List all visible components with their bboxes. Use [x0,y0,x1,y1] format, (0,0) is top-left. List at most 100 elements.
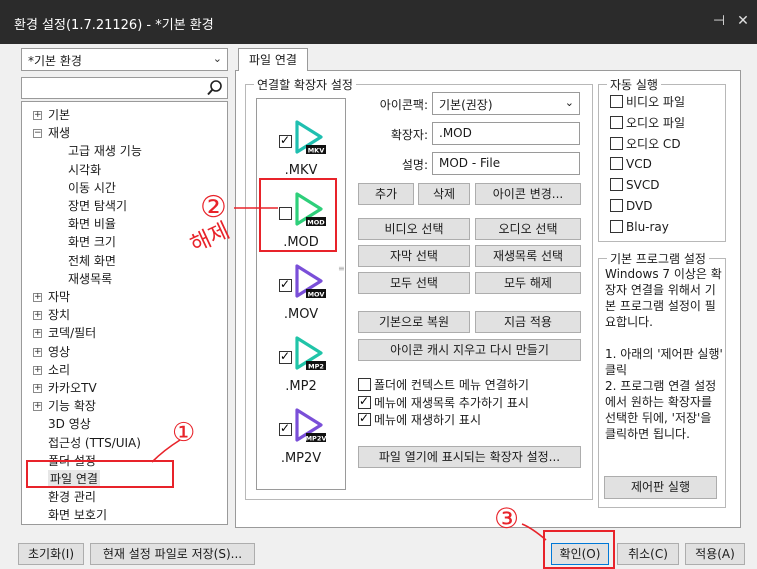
extension-list[interactable]: MKV.MKVMOD.MODMOV.MOVMP2.MP2MP2V.MP2V [256,98,346,490]
tree-item[interactable]: 전체 화면 [68,252,116,270]
expand-icon[interactable]: + [33,365,42,375]
extension-item[interactable]: MKV .MKV [257,107,345,181]
change-icon-button[interactable]: 아이콘 변경... [475,183,581,205]
deselect-all-button[interactable]: 모두 해제 [475,272,581,294]
tree-item[interactable]: 카카오TV [48,379,97,397]
autoplay-option[interactable]: Blu-ray [610,219,669,236]
window-title: 환경 설정(1.7.21126) - *기본 환경 [14,18,214,33]
autoplay-label: 오디오 CD [626,136,681,151]
tree-item[interactable]: 접근성 (TTS/UIA) [48,434,141,452]
extension-badge: MP2V [306,435,327,443]
extension-label: .MKV [284,163,318,178]
tree-item[interactable]: 영상 [48,343,70,361]
expand-icon[interactable]: + [33,384,42,393]
extension-checkbox[interactable] [279,277,292,292]
autoplay-option[interactable]: 비디오 파일 [610,95,685,111]
autoplay-option[interactable]: SVCD [610,178,659,194]
tree-item[interactable]: 3D 영상 [48,415,91,433]
clear-icon-cache-button[interactable]: 아이콘 캐시 지우고 다시 만들기 [358,339,581,361]
play-icon: MKV [295,120,326,155]
apply-now-button[interactable]: 지금 적용 [475,311,581,333]
default-program-legend: 기본 프로그램 설정 [610,252,706,266]
context-option-checkbox[interactable] [358,411,371,426]
preset-dropdown[interactable]: *기본 환경 ⌄ [21,48,228,71]
reset-button[interactable]: 초기화(I) [18,543,84,565]
control-panel-button[interactable]: 제어판 실행 [604,476,717,499]
tree-item[interactable]: 기능 확장 [48,397,96,415]
ext-field[interactable]: .MOD [432,122,580,145]
tree-item[interactable]: 재생목록 [68,270,112,288]
extension-label: .MP2V [280,451,322,466]
tree-item[interactable]: 고급 재생 기능 [68,142,142,160]
autoplay-option[interactable]: 오디오 파일 [610,115,685,132]
select-video-button[interactable]: 비디오 선택 [358,218,470,240]
tree-item[interactable]: 장면 탐색기 [68,197,127,215]
select-audio-button[interactable]: 오디오 선택 [475,218,581,240]
pin-icon[interactable]: ⊣ [708,10,730,32]
collapse-icon[interactable]: − [33,129,42,139]
apply-button[interactable]: 적용(A) [685,543,745,565]
cancel-button[interactable]: 취소(C) [617,543,679,565]
autoplay-option[interactable]: VCD [610,157,652,173]
context-option-checkbox[interactable] [358,394,371,409]
expand-icon[interactable]: + [33,311,42,321]
tab-file-association[interactable]: 파일 연결 [238,48,308,71]
tree-item[interactable]: 소리 [48,361,70,379]
extension-item[interactable]: MP2 .MP2 [257,323,345,397]
scrollbar-grip[interactable]: ≡ [338,264,345,273]
extension-badge: MOV [308,291,325,299]
tree-item[interactable]: 화면 보호기 [48,506,107,524]
autoplay-checkbox[interactable] [610,95,623,108]
select-all-button[interactable]: 모두 선택 [358,272,470,294]
extension-checkbox[interactable] [279,349,292,364]
tree-item[interactable]: 자막 [48,288,70,306]
context-option[interactable]: 메뉴에 재생목록 추가하기 표시 [358,394,529,412]
tree-item[interactable]: 화면 크기 [68,233,116,251]
select-subtitle-button[interactable]: 자막 선택 [358,245,470,267]
restore-default-button[interactable]: 기본으로 복원 [358,311,470,333]
autoplay-checkbox[interactable] [610,178,623,192]
annotation-step-3: ③ [494,502,520,535]
autoplay-checkbox[interactable] [610,219,623,233]
autoplay-checkbox[interactable] [610,199,623,212]
search-input[interactable] [21,77,228,99]
tree-item[interactable]: 코덱/필터 [48,324,96,342]
title-bar[interactable]: 환경 설정(1.7.21126) - *기본 환경 ⊣ ✕ [0,0,757,44]
ext-open-dialog-button[interactable]: 파일 열기에 표시되는 확장자 설정... [358,446,581,468]
save-to-file-button[interactable]: 현재 설정 파일로 저장(S)... [90,543,255,565]
tree-item[interactable]: 이동 시간 [68,179,116,197]
extension-item[interactable]: MOV .MOV [257,251,345,325]
tree-item[interactable]: 시각화 [68,161,101,179]
extension-item[interactable]: MP2V .MP2V [257,395,345,469]
context-option-label: 메뉴에 재생하기 표시 [374,413,481,427]
iconpack-dropdown[interactable]: 기본(권장) ⌄ [432,92,580,115]
annotation-arrow-2 [234,207,278,209]
context-option[interactable]: 폴더에 컨텍스트 메뉴 연결하기 [358,378,529,394]
extension-checkbox[interactable] [279,421,292,436]
tree-item[interactable]: 환경 관리 [48,488,96,506]
select-playlist-button[interactable]: 재생목록 선택 [475,245,581,267]
autoplay-checkbox[interactable] [610,115,623,129]
expand-icon[interactable]: + [33,111,42,120]
autoplay-checkbox[interactable] [610,136,623,150]
extension-checkbox[interactable] [279,133,292,148]
add-button[interactable]: 추가 [358,183,414,205]
expand-icon[interactable]: + [33,347,42,357]
tree-item[interactable]: 화면 비율 [68,215,116,233]
search-icon[interactable] [206,79,224,97]
expand-icon[interactable]: + [33,293,42,302]
delete-button[interactable]: 삭제 [418,183,470,205]
autoplay-option[interactable]: DVD [610,199,652,215]
context-option[interactable]: 메뉴에 재생하기 표시 [358,411,481,429]
context-option-checkbox[interactable] [358,378,371,391]
expand-icon[interactable]: + [33,402,42,412]
tree-item[interactable]: 기본 [48,106,70,124]
extension-label: .MP2 [285,379,317,394]
expand-icon[interactable]: + [33,329,42,339]
tree-item[interactable]: 장치 [48,306,70,324]
close-icon[interactable]: ✕ [732,10,754,32]
desc-field[interactable]: MOD - File [432,152,580,175]
autoplay-option[interactable]: 오디오 CD [610,136,681,153]
autoplay-checkbox[interactable] [610,157,623,171]
tree-item[interactable]: 재생 [48,124,70,142]
